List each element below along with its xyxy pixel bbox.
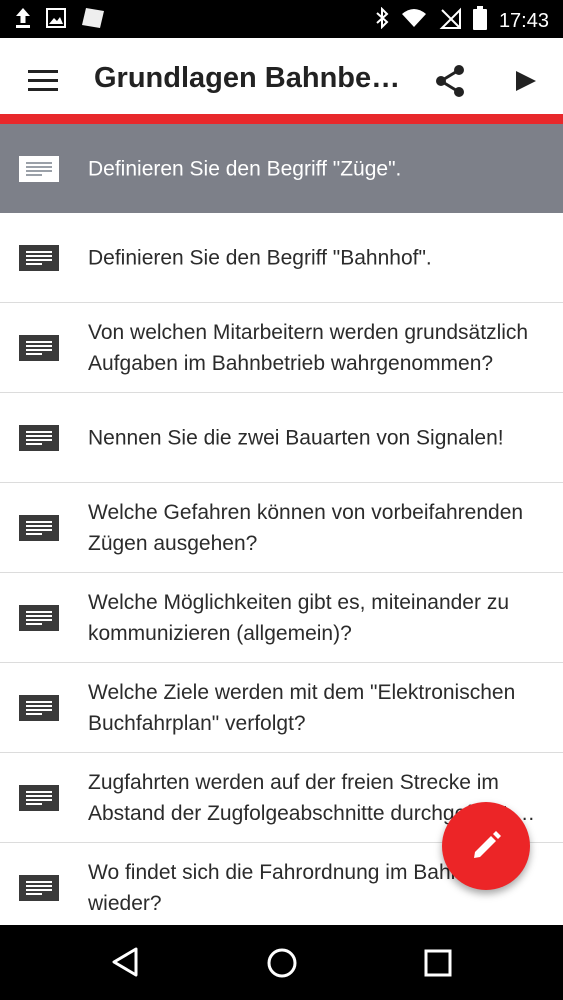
list-item[interactable]: Welche Ziele werden mit dem "Elektronisc…	[0, 663, 563, 753]
no-sim-icon	[439, 7, 461, 34]
card-question: Nennen Sie die zwei Bauarten von Signale…	[88, 426, 504, 449]
document-icon	[19, 784, 59, 811]
list-item[interactable]: Definieren Sie den Begriff "Züge".	[0, 124, 563, 213]
navigation-bar	[0, 925, 563, 1000]
card-question: Von welchen Mitarbeitern werden grundsät…	[88, 320, 529, 375]
document-icon	[19, 604, 59, 631]
recents-icon[interactable]	[424, 949, 452, 982]
edit-fab-button[interactable]	[442, 802, 530, 890]
document-icon	[19, 514, 59, 541]
app-bar: Grundlagen Bahnbetrieb	[0, 38, 563, 114]
card-question: Definieren Sie den Begriff "Bahnhof".	[88, 246, 432, 269]
status-time: 17:43	[498, 9, 549, 32]
document-icon	[19, 424, 59, 451]
list-item[interactable]: Welche Gefahren können von vorbeifahrend…	[0, 483, 563, 573]
wifi-icon	[401, 8, 427, 33]
home-icon[interactable]	[266, 947, 298, 984]
back-icon[interactable]	[111, 947, 139, 982]
menu-icon[interactable]	[28, 70, 58, 92]
list-item[interactable]: Welche Möglichkeiten gibt es, miteinande…	[0, 573, 563, 663]
card-question: Welche Ziele werden mit dem "Elektronisc…	[88, 680, 516, 735]
page-title: Grundlagen Bahnbetrieb	[94, 62, 408, 94]
card-question: Welche Möglichkeiten gibt es, miteinande…	[88, 590, 509, 645]
list-item[interactable]: Von welchen Mitarbeitern werden grundsät…	[0, 303, 563, 393]
play-icon[interactable]	[514, 70, 538, 92]
document-icon	[19, 244, 59, 271]
document-icon	[19, 874, 59, 901]
document-icon	[19, 155, 59, 182]
card-question: Definieren Sie den Begriff "Züge".	[88, 157, 402, 180]
status-bar: 17:43	[0, 0, 563, 38]
list-item[interactable]: Definieren Sie den Begriff "Bahnhof".	[0, 213, 563, 303]
card-question: Welche Gefahren können von vorbeifahrend…	[88, 500, 524, 555]
accent-divider	[0, 114, 563, 124]
battery-icon	[472, 6, 487, 35]
list-item[interactable]: Nennen Sie die zwei Bauarten von Signale…	[0, 393, 563, 483]
pencil-icon	[474, 831, 501, 858]
upload-icon	[14, 7, 32, 34]
share-icon[interactable]	[434, 64, 466, 98]
bluetooth-icon	[375, 6, 389, 34]
image-icon	[46, 8, 66, 33]
note-icon	[80, 6, 106, 35]
document-icon	[19, 334, 59, 361]
document-icon	[19, 694, 59, 721]
